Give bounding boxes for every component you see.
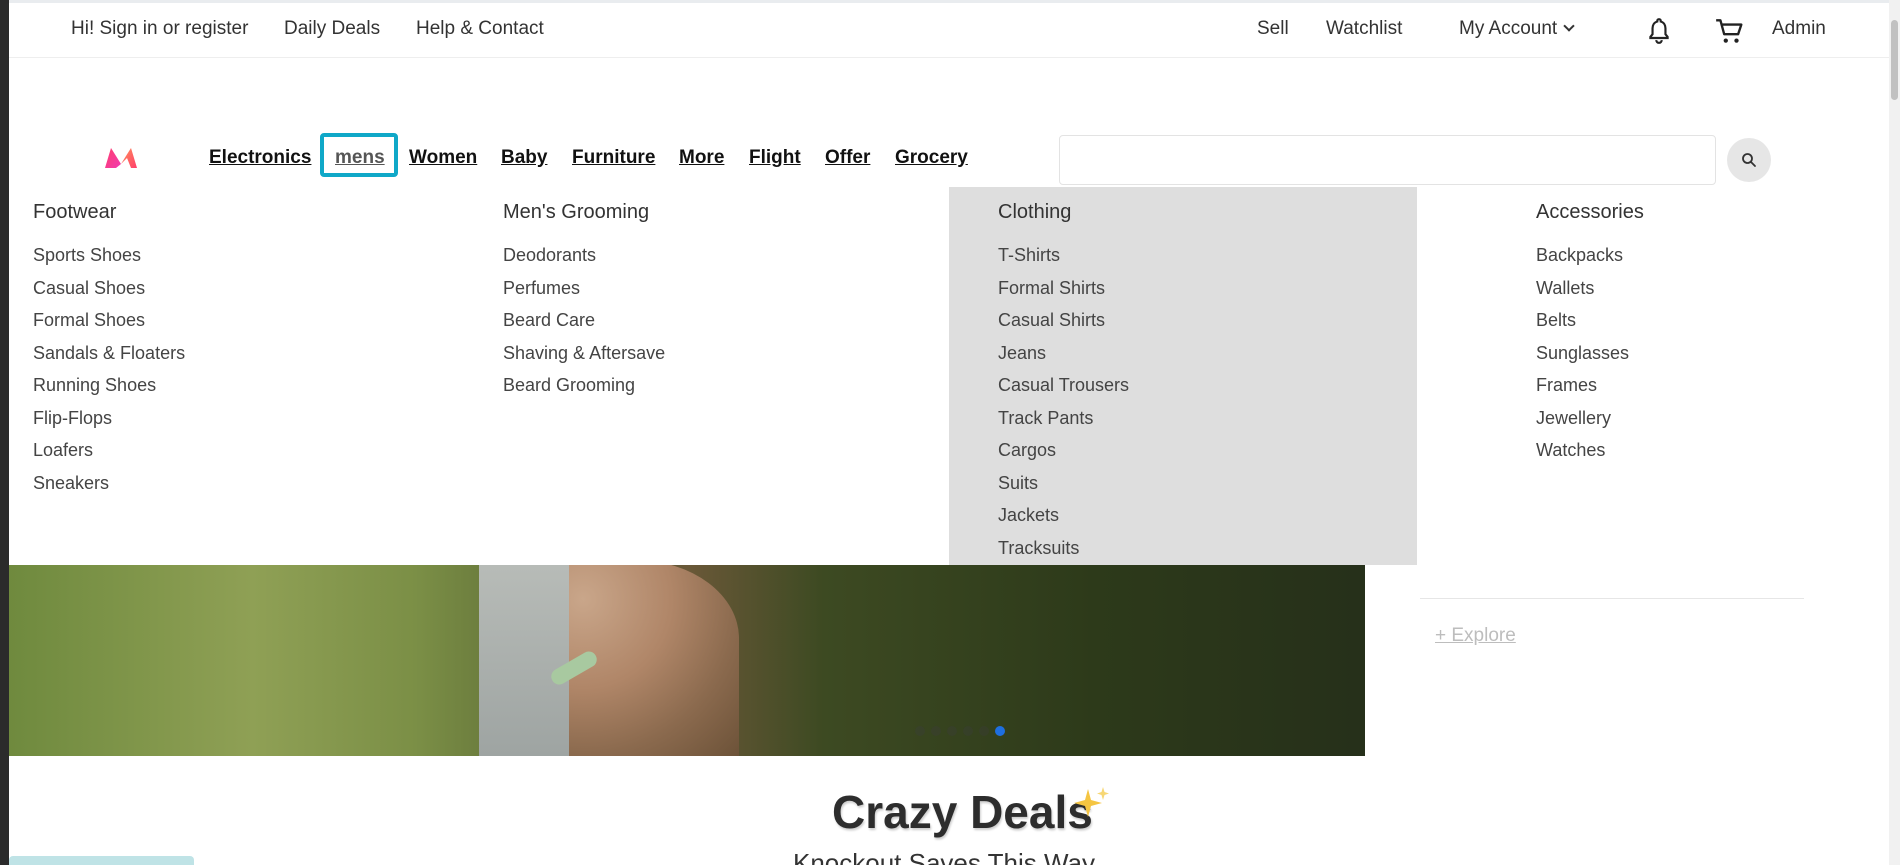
- carousel-dot-active[interactable]: [995, 726, 1005, 736]
- menu-item[interactable]: Track Pants: [998, 407, 1417, 440]
- nav-more[interactable]: More: [679, 147, 724, 169]
- explore-link[interactable]: + Explore: [1435, 625, 1516, 647]
- side-divider: [1420, 598, 1804, 599]
- menu-item[interactable]: Jeans: [998, 342, 1417, 375]
- carousel-dot[interactable]: [979, 726, 989, 736]
- hero-banner[interactable]: [9, 560, 1365, 756]
- my-account-menu[interactable]: My Account: [1459, 18, 1575, 40]
- carousel-dot[interactable]: [963, 726, 973, 736]
- menu-item[interactable]: Suits: [998, 472, 1417, 505]
- deals-subtitle: Knockout Saves This Way: [793, 848, 1096, 865]
- page-scrollbar[interactable]: [1889, 0, 1900, 865]
- banner-image-sleeve: [479, 560, 569, 756]
- menu-item[interactable]: Jackets: [998, 504, 1417, 537]
- menu-item[interactable]: Frames: [1536, 374, 1644, 407]
- mens-mega-menu: Footwear Sports Shoes Casual Shoes Forma…: [9, 187, 1889, 565]
- menu-item[interactable]: Beard Grooming: [503, 374, 665, 407]
- daily-deals-link[interactable]: Daily Deals: [284, 18, 380, 40]
- menu-item[interactable]: Beard Care: [503, 309, 665, 342]
- sell-link[interactable]: Sell: [1257, 18, 1289, 40]
- menu-item[interactable]: Formal Shirts: [998, 277, 1417, 310]
- search-icon: [1742, 153, 1756, 167]
- menu-item[interactable]: Shaving & Aftersave: [503, 342, 665, 375]
- admin-link[interactable]: Admin: [1772, 18, 1826, 40]
- menu-item[interactable]: Casual Trousers: [998, 374, 1417, 407]
- menu-column-grooming: Men's Grooming Deodorants Perfumes Beard…: [503, 187, 665, 407]
- focus-highlight: [320, 133, 398, 177]
- nav-baby[interactable]: Baby: [501, 147, 547, 169]
- search-input[interactable]: [1059, 135, 1716, 185]
- scrollbar-thumb[interactable]: [1891, 20, 1898, 100]
- menu-item[interactable]: Backpacks: [1536, 244, 1644, 277]
- menu-column-title[interactable]: Men's Grooming: [503, 201, 665, 224]
- menu-item[interactable]: Jewellery: [1536, 407, 1644, 440]
- menu-item[interactable]: Casual Shirts: [998, 309, 1417, 342]
- nav-women[interactable]: Women: [409, 147, 477, 169]
- menu-column-title[interactable]: Accessories: [1536, 201, 1644, 224]
- menu-item[interactable]: Sneakers: [33, 472, 185, 505]
- menu-item[interactable]: Belts: [1536, 309, 1644, 342]
- menu-column-footwear: Footwear Sports Shoes Casual Shoes Forma…: [33, 187, 185, 504]
- deals-title: Crazy Deals: [832, 786, 1093, 838]
- nav-furniture[interactable]: Furniture: [572, 147, 655, 169]
- bell-icon[interactable]: [1646, 17, 1672, 45]
- menu-item[interactable]: Sandals & Floaters: [33, 342, 185, 375]
- menu-column-title[interactable]: Footwear: [33, 201, 185, 224]
- menu-column-title[interactable]: Clothing: [998, 201, 1417, 224]
- menu-item[interactable]: Formal Shoes: [33, 309, 185, 342]
- brand-logo[interactable]: [103, 146, 139, 170]
- carousel-dots: [915, 726, 1005, 736]
- cart-icon[interactable]: [1714, 17, 1744, 45]
- top-bar: Hi! Sign in or register Daily Deals Help…: [9, 3, 1889, 58]
- menu-item[interactable]: Sports Shoes: [33, 244, 185, 277]
- nav-flight[interactable]: Flight: [749, 147, 801, 169]
- menu-item[interactable]: Loafers: [33, 439, 185, 472]
- menu-item[interactable]: Watches: [1536, 439, 1644, 472]
- search-button[interactable]: [1727, 138, 1771, 182]
- menu-column-clothing: Clothing T-Shirts Formal Shirts Casual S…: [949, 187, 1417, 565]
- menu-item[interactable]: Deodorants: [503, 244, 665, 277]
- status-bar-tab: [9, 856, 194, 865]
- nav-grocery[interactable]: Grocery: [895, 147, 968, 169]
- menu-item[interactable]: T-Shirts: [998, 244, 1417, 277]
- menu-column-accessories: Accessories Backpacks Wallets Belts Sung…: [1536, 187, 1644, 472]
- carousel-dot[interactable]: [947, 726, 957, 736]
- nav-electronics[interactable]: Electronics: [209, 147, 311, 169]
- menu-item[interactable]: Flip-Flops: [33, 407, 185, 440]
- menu-item[interactable]: Casual Shoes: [33, 277, 185, 310]
- sparkle-icon: [1070, 783, 1112, 825]
- menu-item[interactable]: Tracksuits: [998, 537, 1417, 570]
- menu-item[interactable]: Perfumes: [503, 277, 665, 310]
- menu-item[interactable]: Cargos: [998, 439, 1417, 472]
- carousel-dot[interactable]: [915, 726, 925, 736]
- chevron-down-icon: [1563, 20, 1575, 32]
- menu-item[interactable]: Sunglasses: [1536, 342, 1644, 375]
- window-edge: [0, 0, 9, 865]
- nav-offer[interactable]: Offer: [825, 147, 870, 169]
- carousel-dot[interactable]: [931, 726, 941, 736]
- my-account-label: My Account: [1459, 18, 1558, 39]
- menu-item[interactable]: Wallets: [1536, 277, 1644, 310]
- help-contact-link[interactable]: Help & Contact: [416, 18, 544, 40]
- menu-item[interactable]: Running Shoes: [33, 374, 185, 407]
- signin-link[interactable]: Hi! Sign in or register: [71, 18, 248, 40]
- watchlist-link[interactable]: Watchlist: [1326, 18, 1402, 40]
